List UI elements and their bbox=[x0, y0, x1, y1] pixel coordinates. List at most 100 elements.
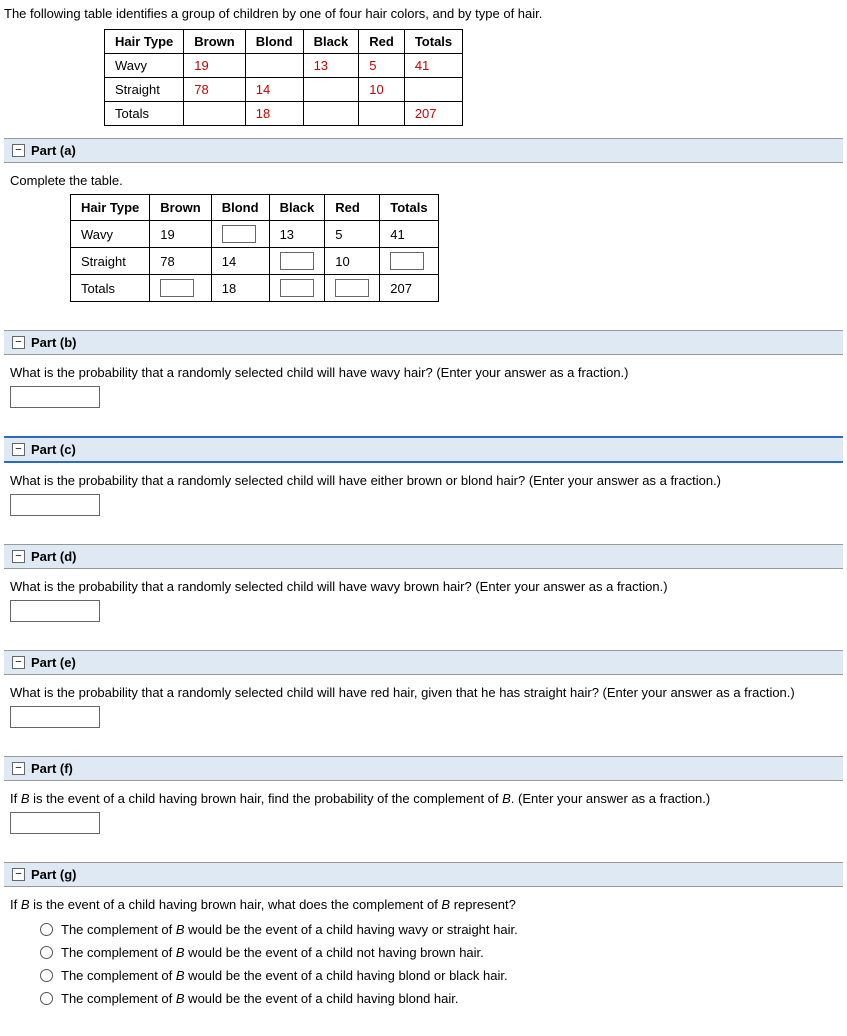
td bbox=[359, 102, 405, 126]
td: 18 bbox=[245, 102, 303, 126]
td: Straight bbox=[71, 248, 150, 275]
part-e-body: What is the probability that a randomly … bbox=[4, 675, 843, 750]
part-label: Part (d) bbox=[31, 549, 77, 564]
radio-icon[interactable] bbox=[40, 969, 53, 982]
td: Wavy bbox=[71, 221, 150, 248]
td: 78 bbox=[184, 78, 245, 102]
td: 207 bbox=[404, 102, 462, 126]
td bbox=[380, 248, 438, 275]
answer-input[interactable] bbox=[10, 706, 100, 728]
part-b-body: What is the probability that a randomly … bbox=[4, 355, 843, 430]
th: Brown bbox=[184, 30, 245, 54]
collapse-icon[interactable]: − bbox=[12, 443, 25, 456]
td: 19 bbox=[184, 54, 245, 78]
td: Totals bbox=[105, 102, 184, 126]
collapse-icon[interactable]: − bbox=[12, 656, 25, 669]
part-g-body: If B is the event of a child having brow… bbox=[4, 887, 843, 1032]
part-d-header[interactable]: − Part (d) bbox=[4, 544, 843, 569]
part-c-prompt: What is the probability that a randomly … bbox=[10, 473, 837, 488]
td bbox=[404, 78, 462, 102]
cell-input[interactable] bbox=[335, 279, 369, 297]
radio-label: The complement of B would be the event o… bbox=[61, 968, 508, 983]
th: Black bbox=[303, 30, 359, 54]
td bbox=[184, 102, 245, 126]
part-c-header[interactable]: − Part (c) bbox=[4, 436, 843, 463]
radio-label: The complement of B would be the event o… bbox=[61, 922, 518, 937]
part-label: Part (b) bbox=[31, 335, 77, 350]
td: 10 bbox=[359, 78, 405, 102]
part-a-header[interactable]: − Part (a) bbox=[4, 138, 843, 163]
answer-input[interactable] bbox=[10, 600, 100, 622]
th: Red bbox=[359, 30, 405, 54]
th: Brown bbox=[150, 195, 211, 221]
part-c-body: What is the probability that a randomly … bbox=[4, 463, 843, 538]
part-g-header[interactable]: − Part (g) bbox=[4, 862, 843, 887]
th: Blond bbox=[211, 195, 269, 221]
part-label: Part (c) bbox=[31, 442, 76, 457]
part-g-prompt: If B is the event of a child having brow… bbox=[10, 897, 837, 912]
part-f-header[interactable]: − Part (f) bbox=[4, 756, 843, 781]
part-b-prompt: What is the probability that a randomly … bbox=[10, 365, 837, 380]
td bbox=[211, 221, 269, 248]
th: Red bbox=[325, 195, 380, 221]
td bbox=[269, 275, 325, 302]
radio-option[interactable]: The complement of B would be the event o… bbox=[10, 941, 837, 964]
td: 13 bbox=[269, 221, 325, 248]
cell-input[interactable] bbox=[280, 252, 314, 270]
answer-input[interactable] bbox=[10, 386, 100, 408]
answer-input[interactable] bbox=[10, 494, 100, 516]
part-label: Part (e) bbox=[31, 655, 76, 670]
part-b-header[interactable]: − Part (b) bbox=[4, 330, 843, 355]
td: Wavy bbox=[105, 54, 184, 78]
radio-icon[interactable] bbox=[40, 946, 53, 959]
cell-input[interactable] bbox=[390, 252, 424, 270]
td bbox=[325, 275, 380, 302]
td: 13 bbox=[303, 54, 359, 78]
intro-text: The following table identifies a group o… bbox=[4, 4, 843, 29]
td: 19 bbox=[150, 221, 211, 248]
part-e-header[interactable]: − Part (e) bbox=[4, 650, 843, 675]
td: 5 bbox=[359, 54, 405, 78]
th: Totals bbox=[380, 195, 438, 221]
td bbox=[269, 248, 325, 275]
part-label: Part (a) bbox=[31, 143, 76, 158]
part-e-prompt: What is the probability that a randomly … bbox=[10, 685, 837, 700]
radio-option[interactable]: The complement of B would be the event o… bbox=[10, 964, 837, 987]
part-a-body: Complete the table. Hair TypeBrownBlondB… bbox=[4, 163, 843, 324]
th: Hair Type bbox=[71, 195, 150, 221]
radio-label: The complement of B would be the event o… bbox=[61, 991, 458, 1006]
td: 41 bbox=[380, 221, 438, 248]
part-a-prompt: Complete the table. bbox=[10, 173, 837, 188]
td: 18 bbox=[211, 275, 269, 302]
td: 78 bbox=[150, 248, 211, 275]
part-f-body: If B is the event of a child having brow… bbox=[4, 781, 843, 856]
collapse-icon[interactable]: − bbox=[12, 762, 25, 775]
given-data-table: Hair Type Brown Blond Black Red Totals W… bbox=[104, 29, 463, 126]
td: 41 bbox=[404, 54, 462, 78]
td: Straight bbox=[105, 78, 184, 102]
th: Hair Type bbox=[105, 30, 184, 54]
radio-option[interactable]: The complement of B would be the event o… bbox=[10, 918, 837, 941]
radio-option[interactable]: The complement of B would be the event o… bbox=[10, 987, 837, 1010]
part-label: Part (g) bbox=[31, 867, 77, 882]
radio-icon[interactable] bbox=[40, 992, 53, 1005]
answer-input[interactable] bbox=[10, 812, 100, 834]
part-label: Part (f) bbox=[31, 761, 73, 776]
td bbox=[303, 78, 359, 102]
td: 10 bbox=[325, 248, 380, 275]
collapse-icon[interactable]: − bbox=[12, 550, 25, 563]
td: 5 bbox=[325, 221, 380, 248]
cell-input[interactable] bbox=[222, 225, 256, 243]
radio-label: The complement of B would be the event o… bbox=[61, 945, 484, 960]
td: Totals bbox=[71, 275, 150, 302]
fill-table: Hair TypeBrownBlondBlackRedTotalsWavy191… bbox=[70, 194, 439, 302]
td: 14 bbox=[211, 248, 269, 275]
cell-input[interactable] bbox=[160, 279, 194, 297]
radio-icon[interactable] bbox=[40, 923, 53, 936]
td bbox=[303, 102, 359, 126]
collapse-icon[interactable]: − bbox=[12, 144, 25, 157]
collapse-icon[interactable]: − bbox=[12, 868, 25, 881]
th: Black bbox=[269, 195, 325, 221]
cell-input[interactable] bbox=[280, 279, 314, 297]
collapse-icon[interactable]: − bbox=[12, 336, 25, 349]
